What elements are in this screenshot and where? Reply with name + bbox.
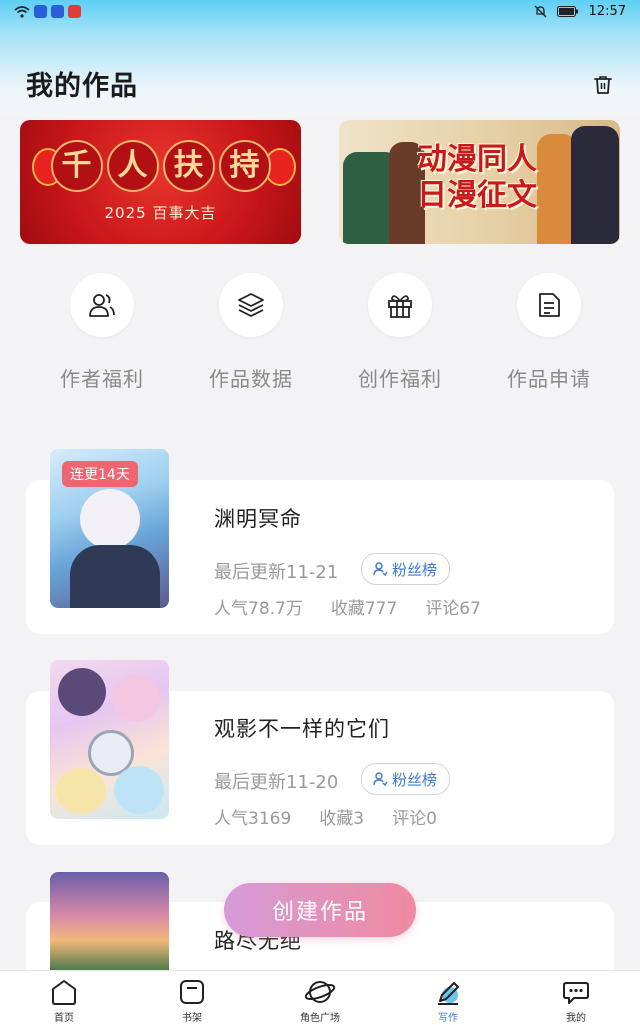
- create-work-button[interactable]: 创建作品: [224, 883, 416, 937]
- tab-label: 书架: [182, 1013, 202, 1024]
- feature-label: 作品申请: [507, 367, 591, 391]
- cover-character-art: [70, 545, 160, 608]
- feature-work-data[interactable]: 作品数据: [176, 273, 326, 392]
- work-stats: 人气78.7万 收藏777 评论67: [214, 594, 481, 619]
- tab-bookshelf[interactable]: 书架: [162, 977, 222, 1024]
- favorites-count: 收藏3: [319, 809, 365, 829]
- status-time: 12:57: [588, 4, 626, 19]
- bottom-tab-bar: 首页 书架 角色广场 写作 我的: [0, 970, 640, 1025]
- fans-ranking-button[interactable]: 粉丝榜: [361, 553, 451, 585]
- anime-character-art: [571, 126, 619, 244]
- mute-icon: [534, 5, 546, 18]
- work-title[interactable]: 渊明冥命: [214, 503, 302, 533]
- popularity-count: 人气78.7万: [214, 599, 303, 619]
- comments-count: 评论67: [425, 599, 481, 619]
- banner-title-char: 千: [50, 140, 103, 192]
- work-title[interactable]: 观影不一样的它们: [214, 713, 390, 743]
- tab-label: 写作: [438, 1013, 458, 1024]
- fans-ranking-label: 粉丝榜: [392, 560, 438, 579]
- pen-icon: [438, 982, 459, 1005]
- banner-fanfic-contest[interactable]: 动漫同人 日漫征文: [339, 120, 620, 244]
- banner-title-char: 扶: [162, 140, 215, 192]
- page-title: 我的作品: [26, 71, 138, 102]
- popularity-count: 人气3169: [214, 809, 292, 829]
- cover-character-art: [58, 668, 106, 716]
- fans-ranking-label: 粉丝榜: [392, 770, 438, 789]
- banner-title: 千人扶持: [20, 140, 301, 192]
- tab-character-plaza[interactable]: 角色广场: [290, 977, 350, 1024]
- user-group-icon: [89, 294, 115, 317]
- trash-icon[interactable]: [592, 74, 614, 96]
- feature-author-benefits[interactable]: 作者福利: [27, 273, 177, 392]
- app-notification-icon: [51, 5, 64, 18]
- comments-count: 评论0: [392, 809, 437, 829]
- cover-character-art: [80, 489, 140, 549]
- work-stats: 人气3169 收藏3 评论0: [214, 804, 437, 829]
- update-streak-badge: 连更14天: [62, 461, 138, 487]
- status-bar: 12:57: [0, 0, 640, 28]
- tab-label: 角色广场: [300, 1013, 340, 1024]
- banner-title-char: 持: [218, 140, 271, 192]
- document-icon: [539, 293, 560, 317]
- user-icon: [373, 772, 388, 787]
- favorites-count: 收藏777: [330, 599, 398, 619]
- tab-writing[interactable]: 写作: [418, 977, 478, 1024]
- app-notification-icon: [34, 5, 47, 18]
- feature-label: 创作福利: [358, 367, 442, 391]
- feature-label: 作品数据: [209, 367, 293, 391]
- banner-support-event[interactable]: 千人扶持 2025 百事大吉: [20, 120, 301, 244]
- cover-character-art: [114, 766, 164, 814]
- bookshelf-icon: [180, 980, 204, 1004]
- planet-icon: [304, 981, 336, 1003]
- feature-label: 作者福利: [60, 367, 144, 391]
- app-notification-icon: [68, 5, 81, 18]
- work-cover-image[interactable]: [50, 660, 169, 819]
- last-updated: 最后更新11-20: [214, 772, 339, 793]
- tab-home[interactable]: 首页: [34, 977, 94, 1024]
- work-cover-image[interactable]: [50, 872, 169, 970]
- tab-label: 我的: [566, 1013, 586, 1024]
- layers-icon: [238, 293, 264, 317]
- home-icon: [52, 980, 76, 1005]
- cover-character-art: [112, 674, 160, 722]
- feature-work-application[interactable]: 作品申请: [474, 273, 624, 392]
- banner-subtitle: 2025 百事大吉: [104, 204, 217, 222]
- cover-character-art: [56, 768, 106, 814]
- fans-ranking-button[interactable]: 粉丝榜: [361, 763, 451, 795]
- wifi-icon: [14, 5, 30, 18]
- tab-mine[interactable]: 我的: [546, 977, 606, 1024]
- gift-icon: [388, 295, 412, 318]
- chat-bubble-icon: [563, 982, 589, 1004]
- user-icon: [373, 562, 388, 577]
- feature-creation-benefits[interactable]: 创作福利: [325, 273, 475, 392]
- last-updated: 最后更新11-21: [214, 562, 339, 583]
- work-cover-image[interactable]: 连更14天: [50, 449, 169, 608]
- tab-label: 首页: [54, 1013, 74, 1024]
- banner-title: 动漫同人 日漫征文: [417, 142, 537, 213]
- banner-title-char: 人: [106, 140, 159, 192]
- battery-icon: [556, 6, 578, 17]
